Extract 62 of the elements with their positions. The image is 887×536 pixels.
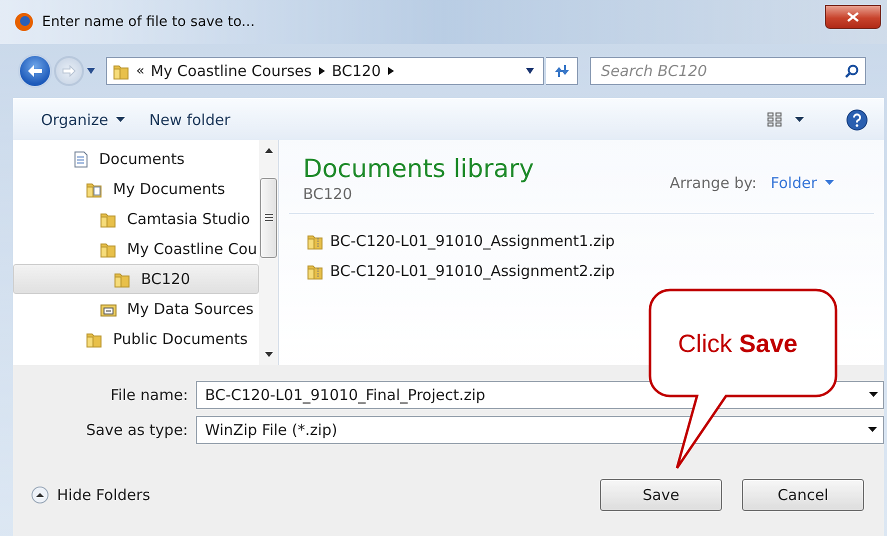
overflow-chevron[interactable]: « xyxy=(136,63,145,79)
close-button[interactable] xyxy=(825,5,881,29)
collapse-icon xyxy=(31,486,49,504)
zip-folder-icon xyxy=(307,262,324,280)
hide-folders-button[interactable]: Hide Folders xyxy=(31,486,150,504)
zip-folder-icon xyxy=(307,232,324,250)
dropdown-icon xyxy=(525,67,535,75)
field-label: File name: xyxy=(110,386,188,404)
tree-item[interactable]: My Coastline Cou xyxy=(13,234,259,264)
scroll-thumb[interactable] xyxy=(260,178,277,258)
library-title: Documents library xyxy=(303,154,535,183)
caret-icon xyxy=(116,116,126,122)
file-item[interactable]: BC-C120-L01_91010_Assignment2.zip xyxy=(307,256,884,286)
arrow-icon xyxy=(386,66,395,76)
field-label: Save as type: xyxy=(85,421,188,439)
forward-arrow-icon xyxy=(62,65,76,77)
library-subtitle: BC120 xyxy=(303,185,354,203)
arrange-dropdown[interactable]: Folder xyxy=(770,174,834,192)
tree-item[interactable]: Camtasia Studio xyxy=(13,204,259,234)
tree-item[interactable]: My Documents xyxy=(13,174,259,204)
dropdown-icon xyxy=(869,392,878,398)
new-folder-button[interactable]: New folder xyxy=(147,108,232,130)
down-arrow-icon xyxy=(264,352,272,357)
organize-menu[interactable]: Organize xyxy=(39,108,128,130)
help-button[interactable] xyxy=(844,106,870,132)
folder-icon xyxy=(114,270,131,288)
caret-icon xyxy=(825,180,834,186)
save-button[interactable]: Save xyxy=(600,479,722,511)
view-button[interactable] xyxy=(765,110,806,130)
callout-text: Click Save xyxy=(678,330,798,359)
grip-icon xyxy=(264,214,272,221)
folder-icon xyxy=(113,62,130,80)
breadcrumb[interactable]: BC120 xyxy=(332,62,381,80)
arrow-icon xyxy=(318,66,326,76)
back-button[interactable] xyxy=(18,54,52,88)
dropdown-icon xyxy=(86,67,96,75)
refresh-icon xyxy=(552,64,570,78)
search-icon xyxy=(845,64,859,78)
caret-icon xyxy=(795,116,804,122)
folder-icon xyxy=(86,180,103,198)
scrollbar[interactable] xyxy=(259,140,278,365)
arrange-label: Arrange by: xyxy=(670,174,757,192)
folder-icon xyxy=(100,210,117,228)
tree-item[interactable]: BC120 xyxy=(13,264,259,294)
help-icon xyxy=(846,108,868,130)
tree-item[interactable]: Public Documents xyxy=(13,324,259,354)
dropdown-icon xyxy=(868,427,877,433)
document-icon xyxy=(72,150,89,168)
refresh-button[interactable] xyxy=(546,57,578,85)
up-arrow-icon xyxy=(264,148,272,153)
search-field[interactable]: Search BC120 xyxy=(590,57,866,85)
folder-icon xyxy=(100,240,117,258)
tree-item[interactable]: Documents xyxy=(13,144,259,174)
cancel-button[interactable]: Cancel xyxy=(742,479,864,511)
breadcrumb[interactable]: My Coastline Courses xyxy=(150,62,312,80)
back-arrow-icon xyxy=(27,64,43,78)
folder-icon xyxy=(86,330,103,348)
file-item[interactable]: BC-C120-L01_91010_Assignment1.zip xyxy=(307,226,884,256)
address-bar[interactable]: « My Coastline Courses BC120 xyxy=(106,57,544,85)
window-title: Enter name of file to save to... xyxy=(42,14,255,30)
tree-item[interactable]: My Data Sources xyxy=(13,294,259,324)
close-icon xyxy=(847,12,859,22)
